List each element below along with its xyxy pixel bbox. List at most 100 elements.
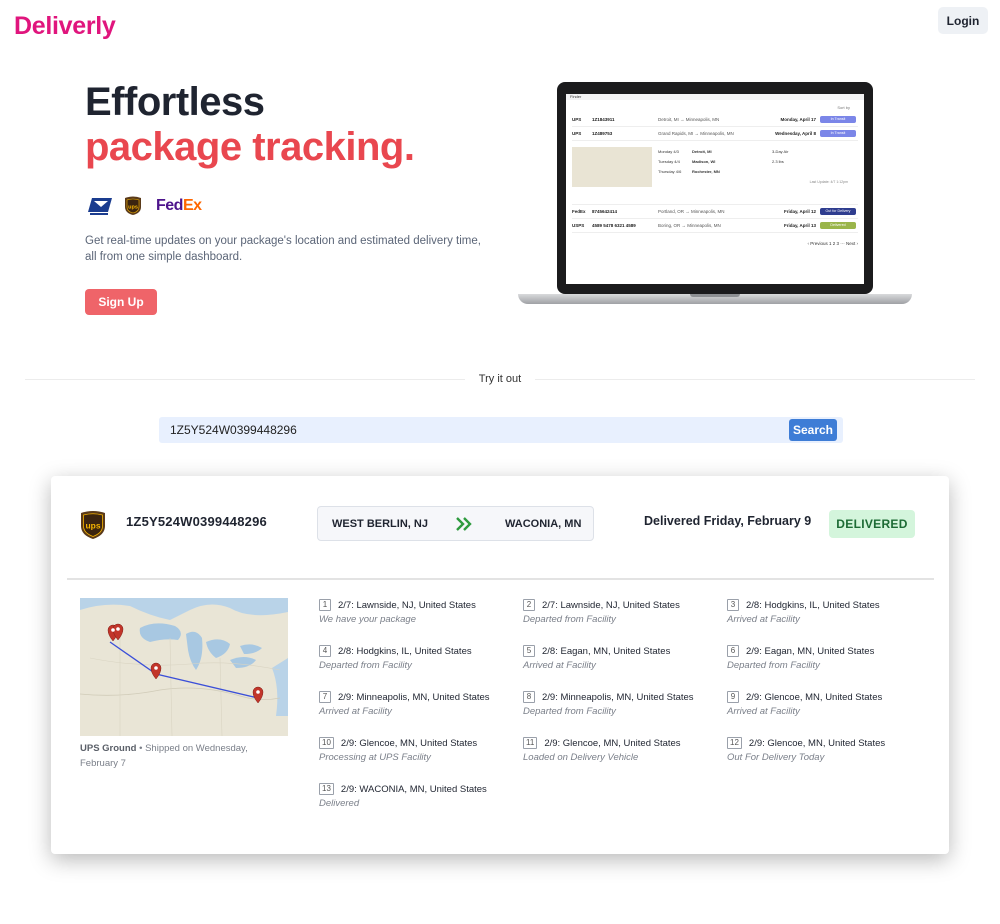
event-location: 2/7: Lawnside, NJ, United States bbox=[542, 599, 680, 611]
tracking-event: 1 2/7: Lawnside, NJ, United States We have… bbox=[319, 598, 519, 625]
svg-text:ups: ups bbox=[128, 205, 138, 211]
tracking-event-header: 4 2/8: Hodgkins, IL, United States bbox=[319, 644, 519, 658]
event-location: 2/9: Eagan, MN, United States bbox=[746, 645, 875, 657]
tracking-number-input[interactable] bbox=[170, 417, 770, 443]
tracking-event-header: 11 2/9: Glencoe, MN, United States bbox=[523, 736, 723, 750]
tracking-search-bar: Search bbox=[159, 417, 843, 443]
mini-number: 8745642414 bbox=[592, 209, 618, 214]
mini-status-badge: Out for Delivery bbox=[820, 208, 856, 215]
card-divider bbox=[67, 578, 934, 580]
mini-number: 4589 5478 6321 4589 bbox=[592, 223, 636, 228]
tracking-event-header: 1 2/7: Lawnside, NJ, United States bbox=[319, 598, 519, 612]
shipping-service-info: UPS Ground • Shipped on Wednesday, Febru… bbox=[80, 741, 270, 771]
tracking-event: 5 2/8: Eagan, MN, United States Arrived at… bbox=[523, 644, 723, 671]
mini-detail-lines: Monday 4/3 Detroit, MI 3-Day Air Tuesday 4/… bbox=[658, 147, 848, 187]
tracking-event: 13 2/9: WACONIA, MN, United States Deliver… bbox=[319, 782, 519, 809]
laptop-notch bbox=[690, 294, 740, 297]
search-button[interactable]: Search bbox=[789, 419, 837, 441]
delivery-date: Delivered Friday, February 9 bbox=[644, 514, 812, 528]
svg-text:ups: ups bbox=[85, 521, 100, 531]
tracking-event-header: 9 2/9: Glencoe, MN, United States bbox=[727, 690, 927, 704]
mini-number: 1Z1843911 bbox=[592, 117, 615, 122]
mini-date: Monday, April 17 bbox=[780, 117, 816, 122]
event-number-badge: 2 bbox=[523, 599, 535, 611]
tracking-number: 1Z5Y524W0399448296 bbox=[126, 514, 267, 529]
event-status: Arrived at Facility bbox=[727, 706, 800, 717]
tracking-event: 3 2/8: Hodgkins, IL, United States Arrived… bbox=[727, 598, 927, 625]
mini-detail-place: Detroit, MI bbox=[692, 149, 712, 154]
event-location: 2/9: Minneapolis, MN, United States bbox=[542, 691, 694, 703]
tracking-event: 11 2/9: Glencoe, MN, United States Loaded … bbox=[523, 736, 723, 763]
tracking-event: 8 2/9: Minneapolis, MN, United States Depa… bbox=[523, 690, 723, 717]
event-location: 2/9: Glencoe, MN, United States bbox=[748, 737, 886, 749]
ups-icon: ups bbox=[125, 196, 141, 215]
event-number-badge: 5 bbox=[523, 645, 535, 657]
mini-package-row: UPS 1Z489753 Grand Rapids, MI → Minneapoli… bbox=[572, 127, 858, 141]
event-location: 2/9: Glencoe, MN, United States bbox=[544, 737, 681, 749]
mini-carrier: FedEx bbox=[572, 209, 586, 214]
mini-sort-label: Sort by bbox=[837, 105, 850, 110]
event-status: Arrived at Facility bbox=[523, 660, 596, 671]
event-status: We have your package bbox=[319, 614, 416, 625]
tracking-event-header: 10 2/9: Glencoe, MN, United States bbox=[319, 736, 519, 750]
mini-route: Grand Rapids, MI → Minneapolis, MN bbox=[658, 131, 734, 136]
try-it-out-label: Try it out bbox=[478, 373, 522, 385]
status-badge: DELIVERED bbox=[829, 510, 915, 538]
laptop-screen: Finder Sort by UPS 1Z1843911 Detroit, MI →… bbox=[566, 94, 864, 284]
double-chevron-right-icon bbox=[456, 517, 472, 531]
mini-detail-day: Monday 4/3 bbox=[658, 149, 679, 154]
mini-status-badge: In Transit bbox=[820, 116, 856, 123]
event-status: Departed from Facility bbox=[523, 706, 616, 717]
event-location: 2/8: Eagan, MN, United States bbox=[542, 645, 671, 657]
event-status: Arrived at Facility bbox=[319, 706, 392, 717]
mini-detail-note: 3-Day Air bbox=[772, 149, 789, 154]
event-location: 2/8: Hodgkins, IL, United States bbox=[338, 645, 472, 657]
route-map[interactable] bbox=[80, 598, 288, 736]
tracking-event-header: 6 2/9: Eagan, MN, United States bbox=[727, 644, 927, 658]
event-status: Departed from Facility bbox=[727, 660, 820, 671]
fedex-logo-ex: Ex bbox=[182, 197, 202, 214]
tracking-event-header: 7 2/9: Minneapolis, MN, United States bbox=[319, 690, 519, 704]
event-location: 2/9: Minneapolis, MN, United States bbox=[338, 691, 490, 703]
event-number-badge: 3 bbox=[727, 599, 739, 611]
mini-carrier: USPS bbox=[572, 223, 585, 228]
event-status: Departed from Facility bbox=[319, 660, 412, 671]
mini-status-badge: Delivered bbox=[820, 222, 856, 229]
tracking-event-header: 3 2/8: Hodgkins, IL, United States bbox=[727, 598, 927, 612]
tracking-event: 7 2/9: Minneapolis, MN, United States Arri… bbox=[319, 690, 519, 717]
route-destination: WACONIA, MN bbox=[505, 518, 582, 530]
mini-status-badge: In Transit bbox=[820, 130, 856, 137]
mini-detail-place: Rochester, MN bbox=[692, 169, 720, 174]
event-location: 2/9: Glencoe, MN, United States bbox=[340, 737, 478, 749]
mini-detail-day: Thursday 4/6 bbox=[658, 169, 682, 174]
event-number-badge: 1 bbox=[319, 599, 331, 611]
event-status: Processing at UPS Facility bbox=[319, 752, 431, 763]
mini-route: Portland, OR → Minneapolis, MN bbox=[658, 209, 725, 214]
brand-logo[interactable]: Deliverly bbox=[14, 12, 116, 41]
mini-package-row: UPS 1Z1843911 Detroit, MI → Minneapolis, M… bbox=[572, 113, 858, 127]
mini-map bbox=[572, 147, 652, 187]
event-status: Departed from Facility bbox=[523, 614, 616, 625]
hero-description: Get real-time updates on your package's … bbox=[85, 235, 481, 263]
event-number-badge: 12 bbox=[727, 737, 742, 749]
event-number-badge: 4 bbox=[319, 645, 331, 657]
tracking-event: 4 2/8: Hodgkins, IL, United States Departe… bbox=[319, 644, 519, 671]
login-button[interactable]: Login bbox=[938, 7, 988, 34]
ups-icon: ups bbox=[81, 511, 105, 539]
event-number-badge: 10 bbox=[319, 737, 334, 749]
hero-title: Effortless package tracking. bbox=[85, 80, 415, 170]
mini-date: Friday, April 13 bbox=[783, 223, 816, 228]
mini-detail-note: 2.3 lbs bbox=[772, 159, 784, 164]
laptop-lid: Finder Sort by UPS 1Z1843911 Detroit, MI →… bbox=[557, 82, 873, 294]
tracking-event: 6 2/9: Eagan, MN, United States Departed f… bbox=[727, 644, 927, 671]
mini-date: Friday, April 12 bbox=[783, 209, 816, 214]
mini-carrier: UPS bbox=[572, 117, 582, 122]
event-status: Arrived at Facility bbox=[727, 614, 800, 625]
mini-date: Wednesday, April 8 bbox=[775, 131, 816, 136]
event-number-badge: 13 bbox=[319, 783, 334, 795]
route-box: WEST BERLIN, NJ WACONIA, MN bbox=[317, 506, 594, 541]
tracking-event: 9 2/9: Glencoe, MN, United States Arrived … bbox=[727, 690, 927, 717]
signup-button[interactable]: Sign Up bbox=[85, 289, 157, 315]
event-status: Out For Delivery Today bbox=[727, 752, 825, 763]
hero-title-line1-text: Effortless bbox=[85, 80, 265, 124]
